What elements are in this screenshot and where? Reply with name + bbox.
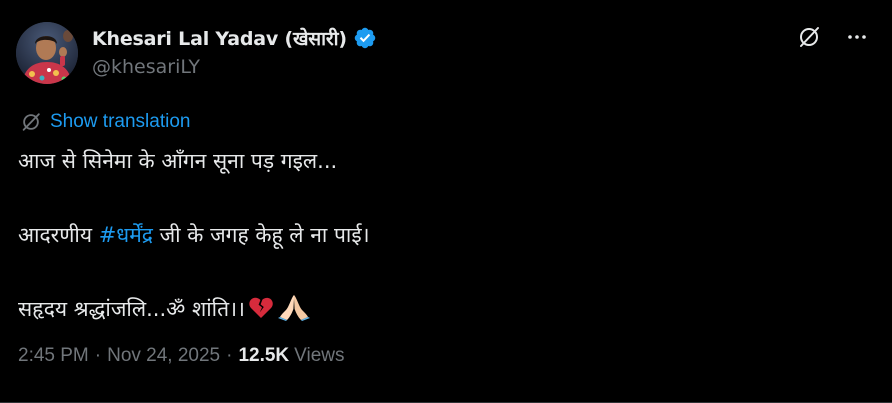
author-display-name[interactable]: Khesari Lal Yadav (खेसारी): [92, 25, 347, 51]
tweet-text: आज से सिनेमा के आँगन सूना पड़ गइल... आदर…: [18, 142, 878, 328]
folded-hands-icon: [277, 293, 311, 333]
tweet-top-actions: [796, 24, 870, 50]
line-spacer: [18, 254, 878, 290]
hashtag-link[interactable]: #धर्मेंद्र: [99, 223, 153, 247]
verified-badge-icon: [353, 26, 377, 50]
translate-slash-icon: [22, 113, 40, 131]
tweet-meta: 2:45 PM · Nov 24, 2025 · 12.5K Views: [18, 345, 345, 367]
profile-photo-icon: [16, 22, 78, 84]
more-horizontal-icon: [848, 35, 866, 39]
tweet-time[interactable]: 2:45 PM: [18, 345, 89, 367]
tweet-line-2: आदरणीय #धर्मेंद्र जी के जगह केहू ले ना प…: [18, 216, 878, 254]
broken-heart-icon: [248, 295, 274, 333]
show-translation-button[interactable]: Show translation: [20, 110, 190, 134]
line-spacer: [18, 180, 878, 216]
more-options-button[interactable]: [844, 24, 870, 50]
author-handle[interactable]: @khesariLY: [92, 56, 200, 78]
slash-circle-icon: [800, 27, 819, 47]
tweet-line-3-text: सहृदय श्रद्धांजलि...ॐ शांति।।: [18, 297, 245, 321]
show-translation-label[interactable]: Show translation: [50, 111, 190, 133]
tweet-line-2-prefix: आदरणीय: [18, 223, 99, 247]
grok-button[interactable]: [796, 24, 822, 50]
author-name-row[interactable]: Khesari Lal Yadav (खेसारी): [92, 25, 377, 51]
meta-separator: ·: [226, 345, 233, 366]
tweet-line-1: आज से सिनेमा के आँगन सूना पड़ गइल...: [18, 149, 338, 173]
views-count[interactable]: 12.5K: [238, 345, 289, 367]
tweet-date[interactable]: Nov 24, 2025: [107, 345, 220, 367]
tweet-line-2-suffix: जी के जगह केहू ले ना पाई।: [152, 223, 370, 247]
tweet-card: Khesari Lal Yadav (खेसारी) @khesariLY Sh…: [0, 0, 892, 403]
views-label: Views: [294, 345, 345, 366]
tweet-line-3: सहृदय श्रद्धांजलि...ॐ शांति।।: [18, 290, 878, 328]
avatar[interactable]: [16, 22, 78, 84]
meta-separator: ·: [94, 345, 102, 366]
